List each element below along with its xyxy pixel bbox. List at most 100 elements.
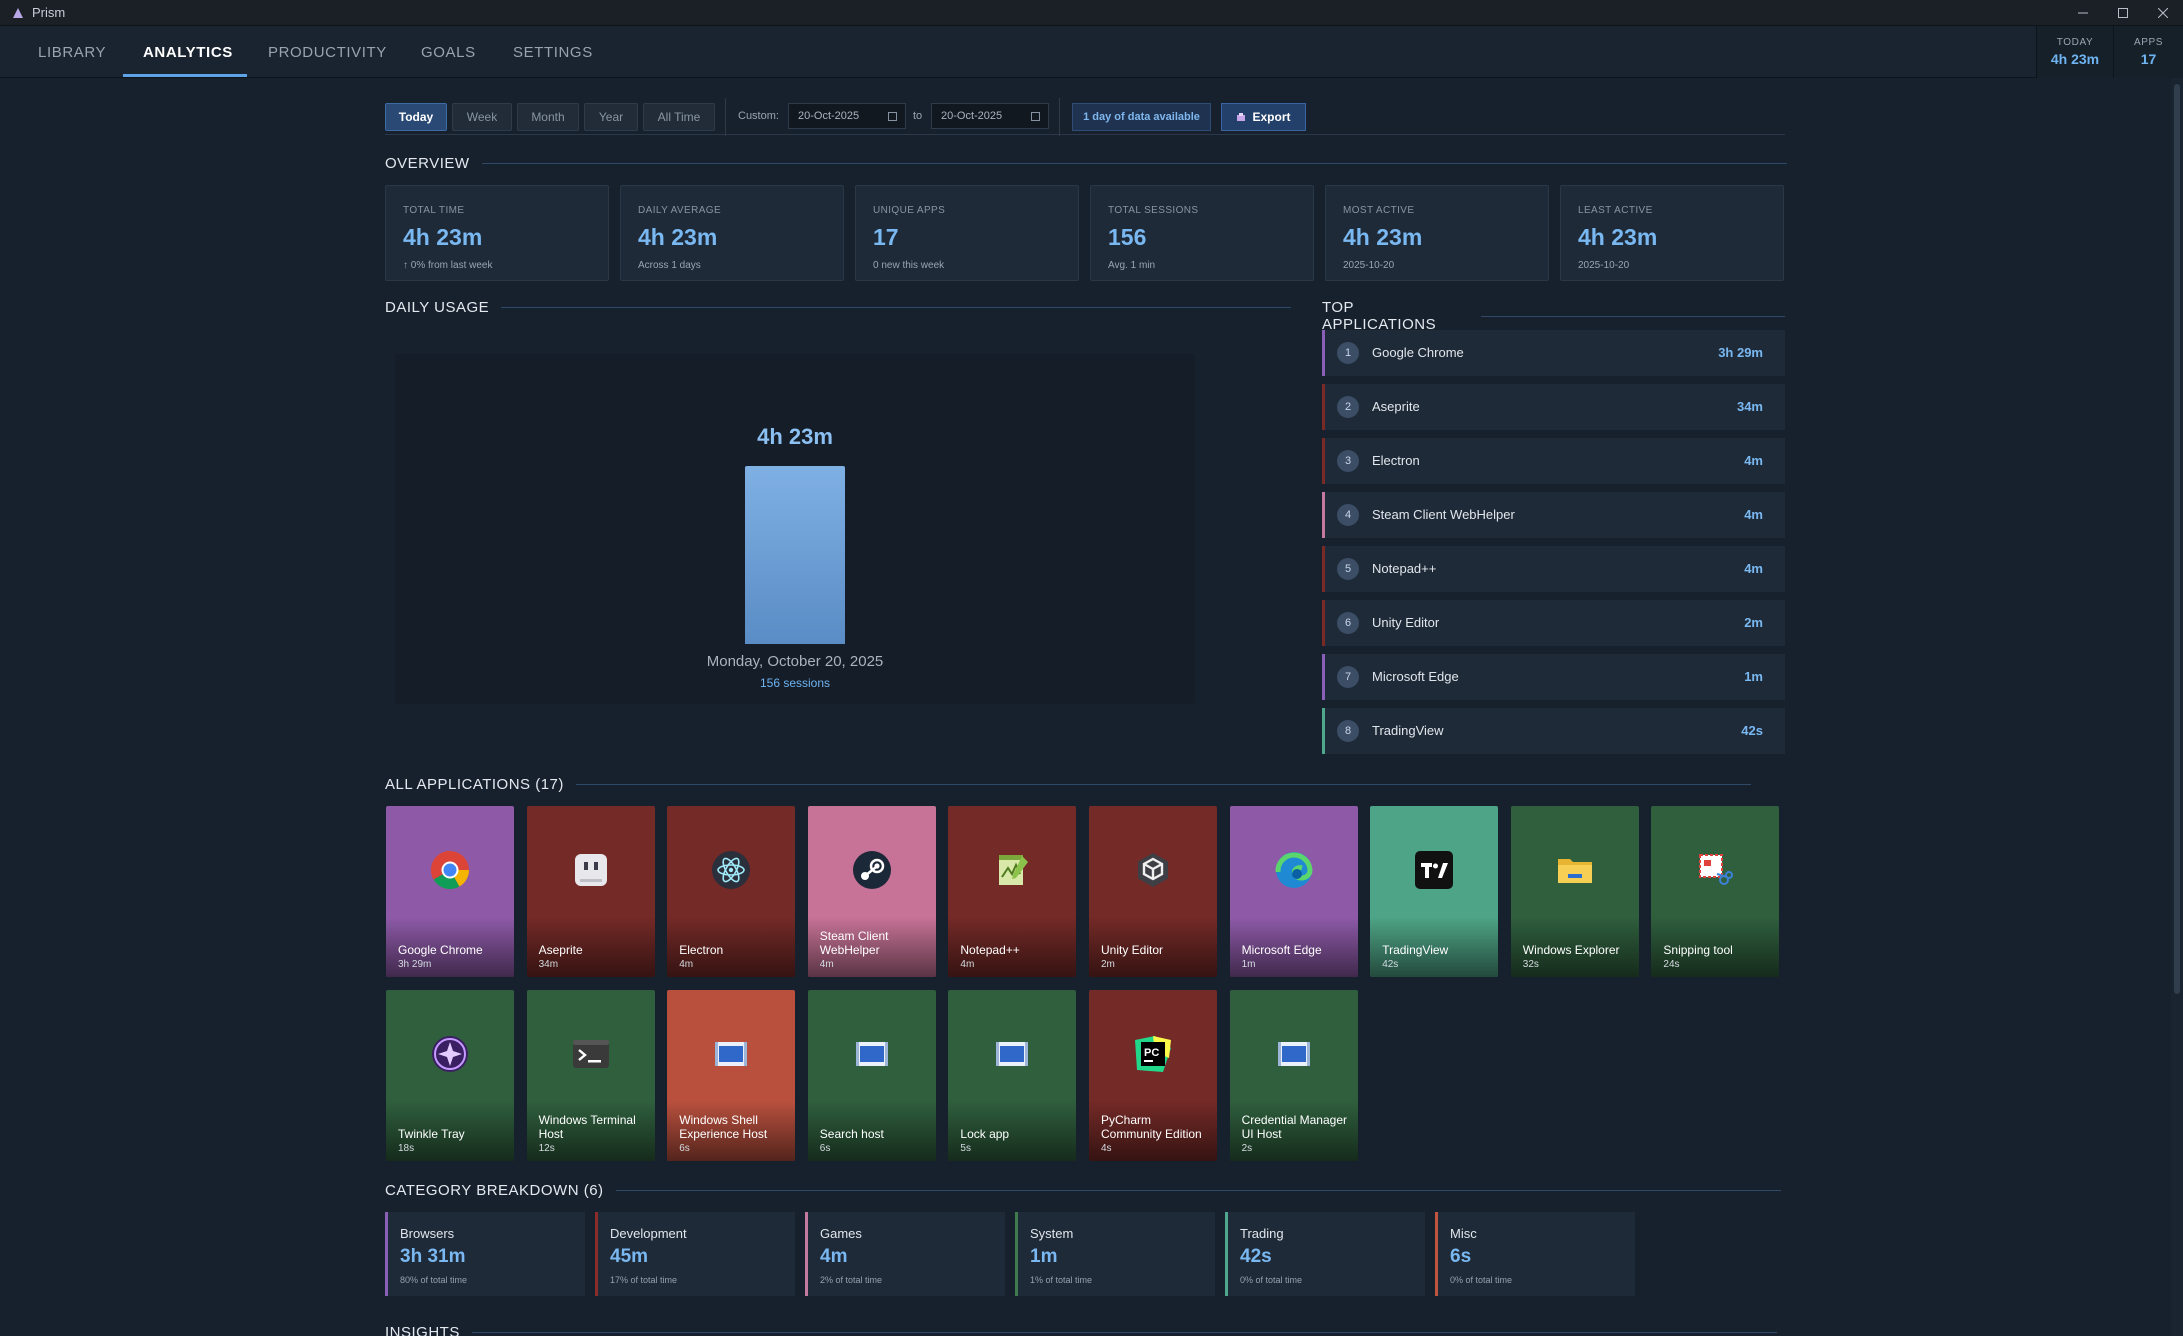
scrollbar-thumb[interactable] [2174,84,2180,994]
range-year-button[interactable]: Year [584,103,638,131]
section-divider [481,163,1787,164]
unity-icon [1133,850,1173,890]
card-label: TOTAL SESSIONS [1108,205,1199,216]
app-tile-time: 6s [679,1143,690,1154]
section-divider [501,307,1292,308]
calendar-icon[interactable] [888,112,897,121]
app-tile-name: Google Chrome [398,943,483,957]
app-tile[interactable]: Google Chrome 3h 29m [386,806,514,977]
card-value: 4h 23m [1578,224,1658,250]
app-tile[interactable]: TradingView 42s [1370,806,1499,977]
rank-badge: 6 [1337,612,1359,634]
card-label: UNIQUE APPS [873,205,946,216]
top-app-row[interactable]: 7 Microsoft Edge 1m [1322,654,1785,700]
total-time-card: TOTAL TIME 4h 23m ↑ 0% from last week [385,185,609,281]
app-tile[interactable]: Snipping tool 24s [1651,806,1780,977]
top-app-time: 4m [1744,507,1763,522]
category-card[interactable]: Browsers 3h 31m 80% of total time [385,1212,585,1296]
category-share: 80% of total time [400,1275,468,1285]
app-tile-time: 32s [1522,959,1539,970]
top-app-row[interactable]: 5 Notepad++ 4m [1322,546,1785,592]
app-tile[interactable]: Windows Terminal Host 12s [526,990,655,1161]
app-tile[interactable]: Windows Explorer 32s [1510,806,1639,977]
app-tile[interactable]: Lock app 5s [948,990,1077,1161]
unique-apps-card: UNIQUE APPS 17 0 new this week [855,185,1079,281]
category-name: Games [820,1226,862,1241]
app-tile[interactable]: PC PyCharm Community Edition 4s [1089,990,1217,1161]
top-app-row[interactable]: 6 Unity Editor 2m [1322,600,1785,646]
apps-stat-value: 17 [2140,51,2157,67]
date-filter-bar: Today Week Month Year All Time Custom: 2… [385,98,1785,136]
close-button[interactable] [2143,0,2183,26]
app-tile[interactable]: Unity Editor 2m [1089,806,1217,977]
top-app-row[interactable]: 8 TradingView 42s [1322,708,1785,754]
rank-badge: 7 [1337,666,1359,688]
tab-settings[interactable]: SETTINGS [513,26,593,78]
usage-bar[interactable] [745,466,845,644]
minimize-button[interactable] [2063,0,2103,26]
from-date-input[interactable]: 20-Oct-2025 [788,103,906,129]
category-card[interactable]: System 1m 1% of total time [1015,1212,1215,1296]
tab-analytics[interactable]: ANALYTICS [143,26,233,78]
top-app-row[interactable]: 1 Google Chrome 3h 29m [1322,330,1785,376]
top-app-row[interactable]: 2 Aseprite 34m [1322,384,1785,430]
calendar-icon[interactable] [1031,112,1040,121]
app-tile-time: 24s [1663,959,1680,970]
category-share: 0% of total time [1240,1275,1303,1285]
category-share: 2% of total time [820,1275,883,1285]
card-label: TOTAL TIME [403,205,465,216]
app-tile-name: Electron [679,943,724,957]
range-week-button[interactable]: Week [452,103,512,131]
top-app-time: 42s [1741,723,1763,738]
tab-goals[interactable]: GOALS [421,26,476,78]
app-tile-name: PyCharm Community Edition [1101,1113,1202,1141]
category-card[interactable]: Games 4m 2% of total time [805,1212,1005,1296]
top-app-name: Aseprite [1372,399,1420,414]
category-share: 0% of total time [1450,1275,1513,1285]
top-app-row[interactable]: 3 Electron 4m [1322,438,1785,484]
category-card[interactable]: Trading 42s 0% of total time [1225,1212,1425,1296]
app-tile[interactable]: Search host 6s [807,990,936,1161]
app-tile-name: Lock app [960,1127,1010,1141]
app-tile[interactable]: Aseprite 34m [526,806,655,977]
card-value: 4h 23m [1343,224,1423,250]
app-tile[interactable]: Windows Shell Experience Host 6s [667,990,796,1161]
range-alltime-button[interactable]: All Time [643,103,715,131]
custom-range-label: Custom: [738,110,779,122]
top-app-name: Steam Client WebHelper [1372,507,1515,522]
app-tile-time: 5s [960,1143,971,1154]
card-value: 4h 23m [638,224,718,250]
top-app-row[interactable]: 4 Steam Client WebHelper 4m [1322,492,1785,538]
category-name: System [1030,1226,1074,1241]
category-card[interactable]: Misc 6s 0% of total time [1435,1212,1635,1296]
maximize-button[interactable] [2103,0,2143,26]
chrome-icon [430,850,470,890]
rank-badge: 4 [1337,504,1359,526]
close-icon [2158,8,2168,18]
export-button[interactable]: Export [1221,103,1306,131]
window-icon [711,1034,751,1074]
page-scrollbar[interactable] [2171,78,2183,1336]
category-card[interactable]: Development 45m 17% of total time [595,1212,795,1296]
category-heading: CATEGORY BREAKDOWN (6) [385,1182,1781,1199]
tab-library[interactable]: LIBRARY [38,26,106,78]
to-date-input[interactable]: 20-Oct-2025 [931,103,1049,129]
card-sub: 2025-10-20 [1343,260,1395,271]
app-tile[interactable]: Credential Manager UI Host 2s [1229,990,1358,1161]
daily-average-card: DAILY AVERAGE 4h 23m Across 1 days [620,185,844,281]
tab-productivity[interactable]: PRODUCTIVITY [268,26,387,78]
rank-badge: 5 [1337,558,1359,580]
app-tile[interactable]: Steam Client WebHelper 4m [807,806,936,977]
app-tile[interactable]: Microsoft Edge 1m [1229,806,1358,977]
range-today-button[interactable]: Today [385,103,447,131]
app-tile[interactable]: Twinkle Tray 18s [386,990,514,1161]
all-apps-title: ALL APPLICATIONS (17) [385,776,564,793]
app-tile-name: Windows Explorer [1522,943,1620,957]
app-tile[interactable]: Notepad++ 4m [948,806,1077,977]
category-value: 42s [1240,1246,1272,1267]
range-month-button[interactable]: Month [517,103,579,131]
app-tile[interactable]: Electron 4m [667,806,796,977]
aseprite-icon [571,850,611,890]
window-icon [852,1034,892,1074]
app-tile-name: Credential Manager UI Host [1241,1113,1347,1141]
